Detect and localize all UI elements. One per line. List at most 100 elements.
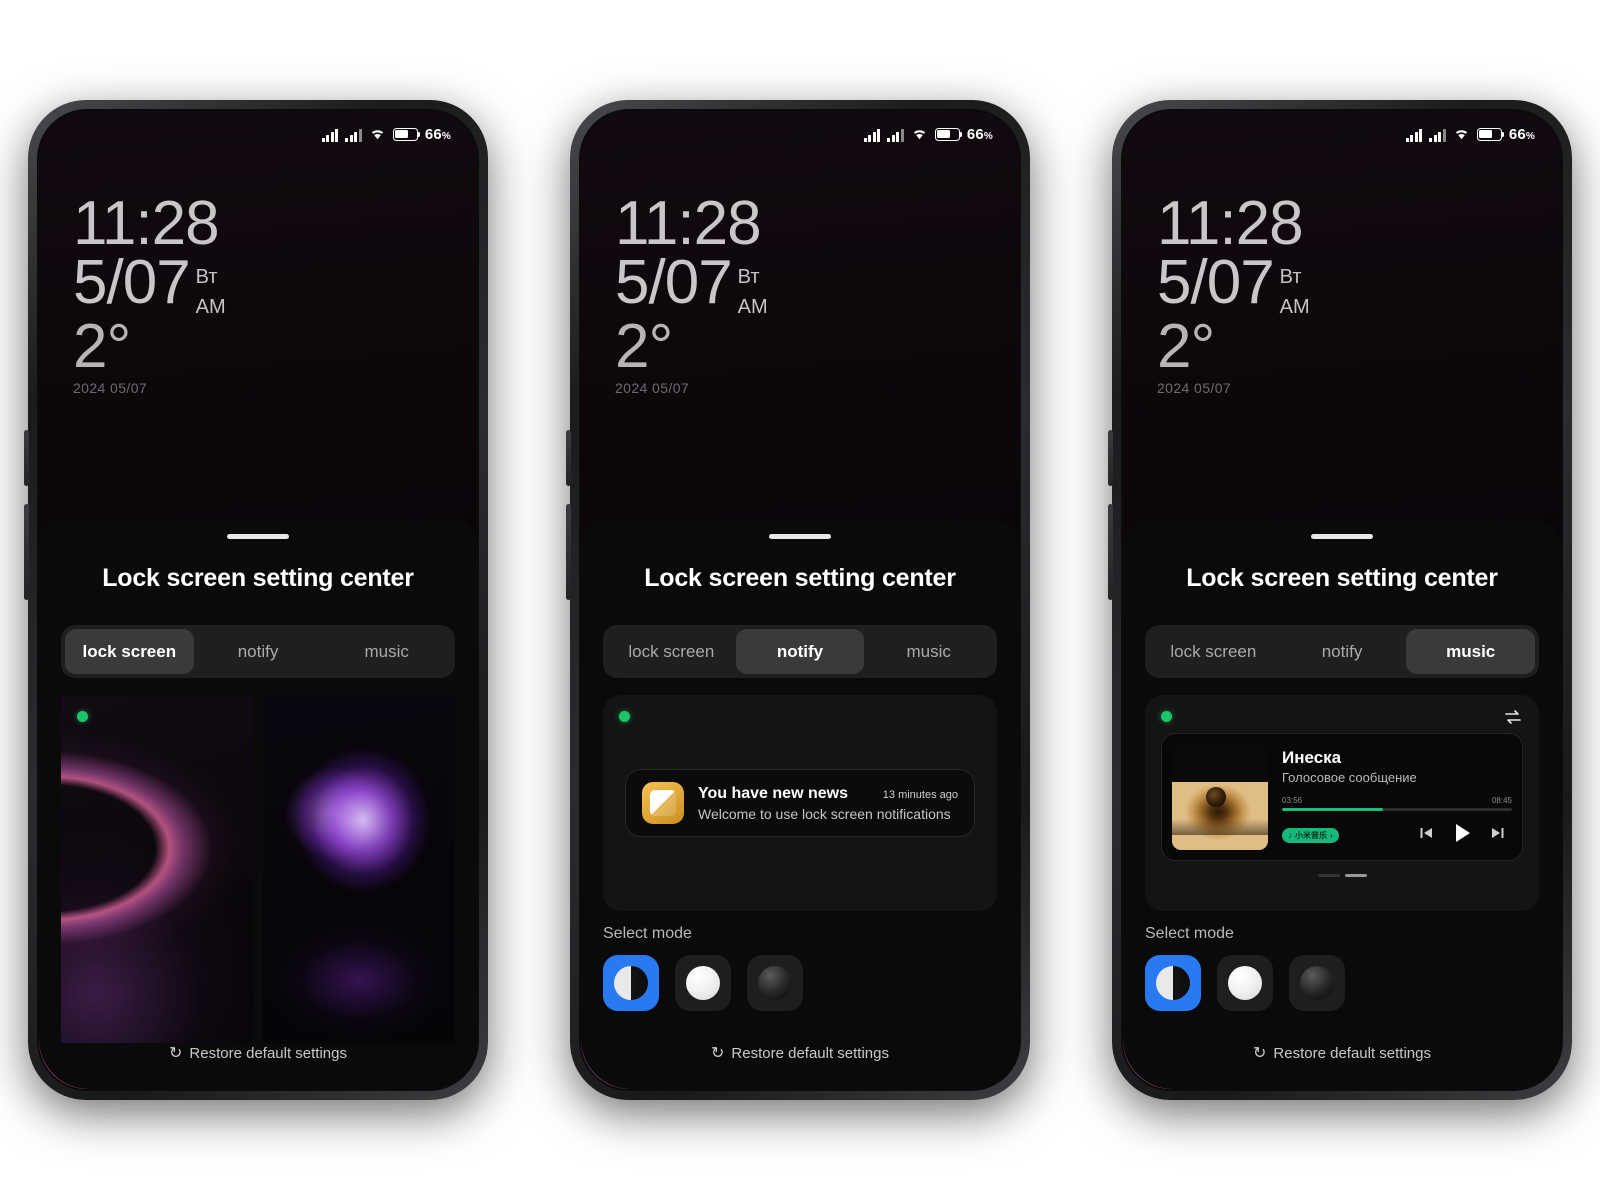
song-artist: Голосовое сообщение [1282,770,1417,785]
mode-selector-2 [603,955,997,1011]
previous-track-icon[interactable] [1418,826,1434,845]
song-title: Инеска [1282,748,1342,767]
lock-screen-setting-sheet-2: Lock screen setting center lock screen n… [581,519,1019,1089]
status-bar-3: 66% [1123,111,1561,157]
power-button[interactable] [566,504,571,600]
play-icon[interactable] [1450,821,1474,850]
notification-timestamp: 13 minutes ago [882,788,958,801]
music-app-badge-label: 小米音乐 [1295,830,1327,840]
page-dot-2[interactable] [1344,874,1367,877]
lockscreen-clock-2: 11:28 5/07 Вт AM 2° 2024 05/07 [615,189,768,396]
screenshot-stage: 66% 11:28 5/07 Вт AM 2° 2024 05/07 Lock … [0,0,1600,1200]
lock-screen-setting-sheet-3: Lock screen setting center lock screen n… [1123,519,1561,1089]
wallpaper-thumb-2[interactable] [263,695,455,1043]
tab-music[interactable]: music [1406,629,1536,674]
battery-icon [1476,127,1505,141]
lock-screen-setting-sheet-1: Lock screen setting center lock screen n… [39,519,477,1089]
wallpaper-thumb-1[interactable] [61,695,253,1043]
music-note-icon: ♪ [1288,830,1292,840]
dark-circle-icon [758,966,792,1000]
volume-button[interactable] [24,430,29,486]
cellular-signal-icon-2 [1429,127,1446,142]
news-app-icon [642,782,684,824]
mode-option-auto[interactable] [603,955,659,1011]
clock-weekday: Вт [1279,265,1302,288]
clock-date-full: 2024 05/07 [73,379,148,396]
notification-title: You have new news [698,784,848,802]
clock-weekday: Вт [737,265,760,288]
phone-notify: 66% 11:28 5/07 Вт AM 2° 2024 05/07 Lock … [566,100,1030,1100]
drag-handle[interactable] [769,534,831,539]
phone-screen-2: 66% 11:28 5/07 Вт AM 2° 2024 05/07 Lock … [579,109,1021,1091]
notification-preview-panel: You have new news 13 minutes ago Welcome… [603,695,997,911]
tab-lock-screen[interactable]: lock screen [65,629,194,674]
cellular-signal-icon [321,127,339,142]
progress-fill [1282,808,1384,811]
half-circle-icon [1156,966,1190,1000]
page-title: Lock screen setting center [102,564,414,592]
page-title: Lock screen setting center [1186,564,1498,592]
page-dot-1[interactable] [1317,874,1340,877]
battery-icon [392,127,421,141]
eye-album-art [1172,744,1268,850]
lockscreen-clock-1: 11:28 5/07 Вт AM 2° 2024 05/07 [73,193,226,396]
tab-lock-screen[interactable]: lock screen [1149,629,1278,674]
restore-default-settings-button[interactable]: ↺ Restore default settings [1145,1043,1539,1063]
half-circle-icon [614,966,648,1000]
tab-music[interactable]: music [864,629,993,674]
battery-percent: 66% [1508,125,1535,143]
restore-label: Restore default settings [189,1044,347,1062]
tab-notify[interactable]: notify [735,629,865,674]
clock-temperature: 2° [615,311,673,381]
page-indicator [1161,874,1523,877]
mode-option-auto[interactable] [1145,955,1201,1011]
power-button[interactable] [1108,504,1113,600]
mode-option-dark[interactable] [1289,955,1345,1011]
tab-music[interactable]: music [322,629,451,674]
clock-meridiem: AM [737,295,768,318]
elapsed-time: 03:56 [1282,796,1303,805]
mode-option-light[interactable] [1217,955,1273,1011]
cellular-signal-icon [1405,127,1423,142]
drag-handle[interactable] [227,534,289,539]
phone-lock-screen: 66% 11:28 5/07 Вт AM 2° 2024 05/07 Lock … [24,100,488,1100]
tab-bar-2: lock screen notify music [603,625,997,678]
active-dot-icon [619,711,630,722]
power-button[interactable] [24,504,29,600]
refresh-icon: ↺ [1253,1045,1267,1062]
volume-button[interactable] [1108,430,1113,486]
clock-time: 11:28 [1157,189,1304,258]
music-player-card[interactable]: Инеска Голосовое сообщение 03:56 08:45 ♪ [1161,733,1523,861]
refresh-icon: ↺ [711,1045,725,1062]
transfer-arrows-icon[interactable] [1503,709,1523,730]
next-track-icon[interactable] [1490,826,1506,845]
tab-notify[interactable]: notify [1278,629,1407,674]
clock-time: 11:28 [615,189,762,258]
tab-lock-screen[interactable]: lock screen [607,629,736,674]
tab-notify[interactable]: notify [194,629,323,674]
status-bar-2: 66% [581,111,1019,157]
restore-default-settings-button[interactable]: ↺ Restore default settings [61,1043,455,1063]
drag-handle[interactable] [1311,534,1373,539]
select-mode-label: Select mode [603,925,692,942]
progress-bar[interactable] [1282,808,1512,811]
music-app-badge[interactable]: ♪ 小米音乐 › [1282,827,1339,843]
mode-option-dark[interactable] [747,955,803,1011]
wifi-icon [1453,127,1470,141]
restore-default-settings-button[interactable]: ↺ Restore default settings [603,1043,997,1063]
lockscreen-clock-3: 11:28 5/07 Вт AM 2° 2024 05/07 [1157,189,1310,396]
clock-date-short: 5/07 [615,247,733,317]
phone-screen-1: 66% 11:28 5/07 Вт AM 2° 2024 05/07 Lock … [37,109,479,1091]
volume-button[interactable] [566,430,571,486]
mode-selector-3 [1145,955,1539,1011]
mode-option-light[interactable] [675,955,731,1011]
wifi-icon [369,127,386,141]
clock-date-full: 2024 05/07 [1157,379,1232,396]
clock-temperature: 2° [73,311,131,381]
restore-label: Restore default settings [1273,1044,1431,1062]
page-title: Lock screen setting center [644,564,956,592]
notification-body: You have new news 13 minutes ago Welcome… [698,785,958,822]
clock-meridiem: AM [195,295,226,318]
notification-card[interactable]: You have new news 13 minutes ago Welcome… [625,769,975,837]
clock-weekday: Вт [195,265,218,288]
